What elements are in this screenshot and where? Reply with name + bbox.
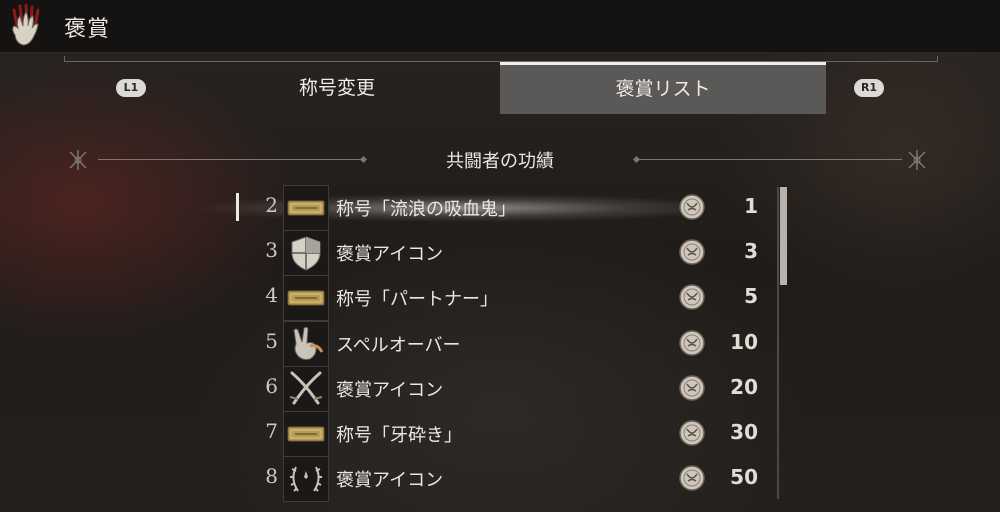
reward-cost: 30	[730, 420, 758, 444]
reward-name: 褒賞アイコン	[336, 379, 444, 401]
reward-cost: 5	[744, 284, 758, 309]
reward-name: スペルオーバー	[336, 334, 461, 356]
medal-icon	[678, 238, 706, 266]
medal-icon	[678, 193, 706, 221]
reward-cost: 1	[744, 194, 758, 218]
reward-cost: 50	[730, 465, 758, 490]
ornament-right-icon	[908, 150, 926, 170]
scrollbar-thumb[interactable]	[780, 187, 787, 285]
bloody-hand-icon	[12, 4, 40, 46]
reward-index: 7	[265, 419, 278, 443]
reward-row[interactable]: 4 称号「パートナー」 5	[250, 275, 770, 322]
reward-name: 称号「牙砕き」	[336, 425, 462, 446]
reward-index: 8	[265, 464, 278, 489]
reward-index: 2	[265, 193, 278, 217]
title-plate-icon	[283, 411, 329, 457]
reward-row[interactable]: 7 称号「牙砕き」 30	[250, 411, 770, 457]
medal-icon	[678, 419, 706, 447]
reward-name: 褒賞アイコン	[336, 244, 444, 266]
victory-hand-icon	[283, 320, 329, 367]
reward-index: 6	[265, 373, 278, 398]
reward-cost: 20	[730, 374, 758, 399]
r1-button-hint[interactable]: R1	[854, 79, 884, 97]
reward-cost: 3	[744, 239, 758, 264]
reward-cost: 10	[730, 329, 758, 354]
title-plate-icon	[283, 185, 329, 231]
reward-index: 4	[265, 283, 278, 308]
section-title: 共闘者の功績	[446, 151, 554, 172]
top-bar: 褒賞	[0, 0, 1000, 53]
medal-icon	[678, 374, 706, 402]
reward-row[interactable]: 8 褒賞アイコン 50	[250, 456, 770, 503]
medal-icon	[678, 283, 706, 311]
reward-index: 5	[265, 328, 278, 353]
medal-icon	[678, 329, 706, 357]
l1-button-hint[interactable]: L1	[116, 79, 146, 97]
tab-title-change[interactable]: 称号変更	[174, 62, 500, 114]
reward-row[interactable]: 3 褒賞アイコン 3	[250, 230, 770, 277]
crossed-blades-icon	[283, 365, 329, 412]
shield-icon	[283, 230, 329, 277]
page-title: 褒賞	[64, 17, 111, 42]
reward-name: 称号「パートナー」	[336, 289, 498, 311]
title-plate-icon	[283, 275, 329, 322]
scrollbar-track[interactable]	[777, 187, 779, 499]
section-divider-right	[636, 159, 902, 160]
reward-row[interactable]: 5 スペルオーバー 10	[250, 320, 770, 367]
reward-name: 称号「流浪の吸血鬼」	[336, 199, 516, 220]
reward-index: 3	[265, 238, 278, 263]
reward-row[interactable]: 2 称号「流浪の吸血鬼」 1	[250, 185, 770, 231]
medal-icon	[678, 464, 706, 492]
reward-name: 褒賞アイコン	[336, 470, 444, 492]
reward-row[interactable]: 6 褒賞アイコン 20	[250, 365, 770, 412]
tab-reward-list[interactable]: 褒賞リスト	[500, 62, 826, 114]
selection-cursor	[236, 193, 239, 221]
laurel-wreath-icon	[283, 456, 329, 503]
